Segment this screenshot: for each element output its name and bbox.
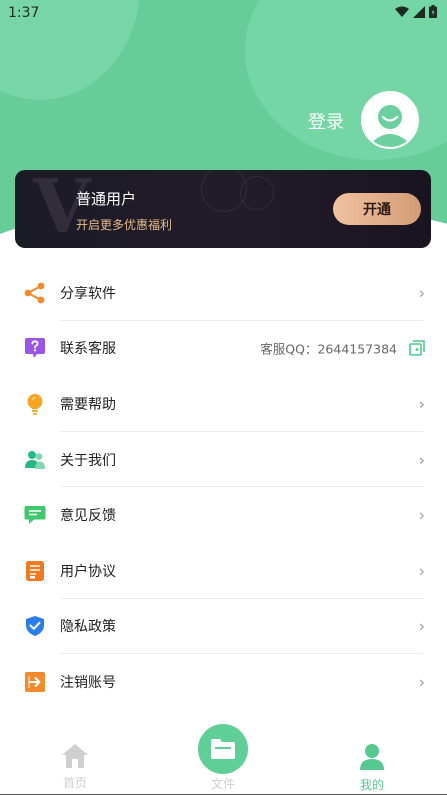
tab-home-label: 首页 [62, 776, 87, 790]
bottom-nav: 首页 文件 我的 [0, 724, 447, 795]
menu-item-about-us[interactable]: 关于我们 › [24, 432, 425, 488]
login-link[interactable]: 登录 [308, 108, 344, 134]
tab-mine[interactable]: 我的 [352, 743, 392, 793]
copy-icon[interactable] [409, 340, 425, 357]
chat-icon [24, 506, 46, 525]
tab-files-label: 文件 [210, 777, 235, 791]
vip-subtitle: 开启更多优惠福利 [76, 218, 173, 232]
bulb-icon [27, 393, 43, 415]
status-time: 1:37 [8, 5, 40, 21]
menu-item-label: 用户协议 [60, 563, 116, 580]
home-icon [62, 744, 88, 768]
vip-decor-bubble [240, 176, 274, 210]
vip-logo-mark: V [33, 170, 91, 248]
vip-card: V 普通用户 开启更多优惠福利 开通 [15, 170, 431, 248]
default-avatar-icon [363, 93, 417, 147]
folder-icon [211, 739, 235, 759]
menu-item-feedback[interactable]: 意见反馈 › [24, 487, 425, 543]
chevron-right-icon: › [418, 283, 425, 303]
menu-item-label: 关于我们 [60, 452, 116, 469]
menu-item-label: 注销账号 [60, 674, 116, 691]
avatar[interactable] [361, 91, 419, 149]
menu-item-privacy-policy[interactable]: 隐私政策 › [24, 599, 425, 655]
chevron-right-icon: › [418, 561, 425, 581]
menu-item-help[interactable]: 需要帮助 › [24, 376, 425, 432]
user-icon [360, 744, 384, 770]
menu-item-user-agreement[interactable]: 用户协议 › [24, 543, 425, 599]
menu-item-label: 意见反馈 [60, 508, 116, 525]
menu-item-label: 隐私政策 [60, 619, 116, 636]
shield-icon [26, 616, 44, 637]
menu-list: 分享软件 › 联系客服 客服QQ：2644157384 需要帮助 › 关于我们 … [0, 265, 447, 710]
vip-title: 普通用户 [76, 190, 137, 208]
status-bar: 1:37 [0, 0, 447, 26]
chevron-right-icon: › [418, 450, 425, 470]
menu-item-share[interactable]: 分享软件 › [24, 265, 425, 321]
profile-screen: 1:37 登录 V 普通用户 开启更多优惠福利 开通 分享软件 › 联系客服 客… [0, 0, 447, 795]
exit-icon [25, 671, 45, 692]
menu-item-label: 分享软件 [60, 285, 116, 302]
document-icon [26, 560, 44, 581]
chevron-right-icon: › [418, 505, 425, 525]
tab-files[interactable]: 文件 [198, 724, 248, 795]
tab-home[interactable]: 首页 [55, 743, 95, 791]
question-icon [25, 338, 45, 359]
chevron-right-icon: › [418, 672, 425, 692]
open-vip-button[interactable]: 开通 [333, 193, 421, 225]
chevron-right-icon: › [418, 616, 425, 636]
menu-item-delete-account[interactable]: 注销账号 › [24, 654, 425, 710]
wifi-icon [395, 6, 409, 17]
battery-icon [429, 5, 437, 18]
menu-item-contact-support[interactable]: 联系客服 客服QQ：2644157384 [24, 321, 425, 377]
menu-item-label: 需要帮助 [60, 396, 116, 413]
menu-item-label: 联系客服 [60, 341, 116, 358]
status-icons [395, 5, 437, 18]
support-qq-text: 客服QQ：2644157384 [260, 341, 397, 357]
chevron-right-icon: › [418, 394, 425, 414]
users-icon [25, 450, 45, 469]
signal-icon [413, 5, 425, 18]
files-fab[interactable] [198, 724, 248, 774]
tab-mine-label: 我的 [359, 778, 384, 792]
share-icon [24, 282, 45, 304]
